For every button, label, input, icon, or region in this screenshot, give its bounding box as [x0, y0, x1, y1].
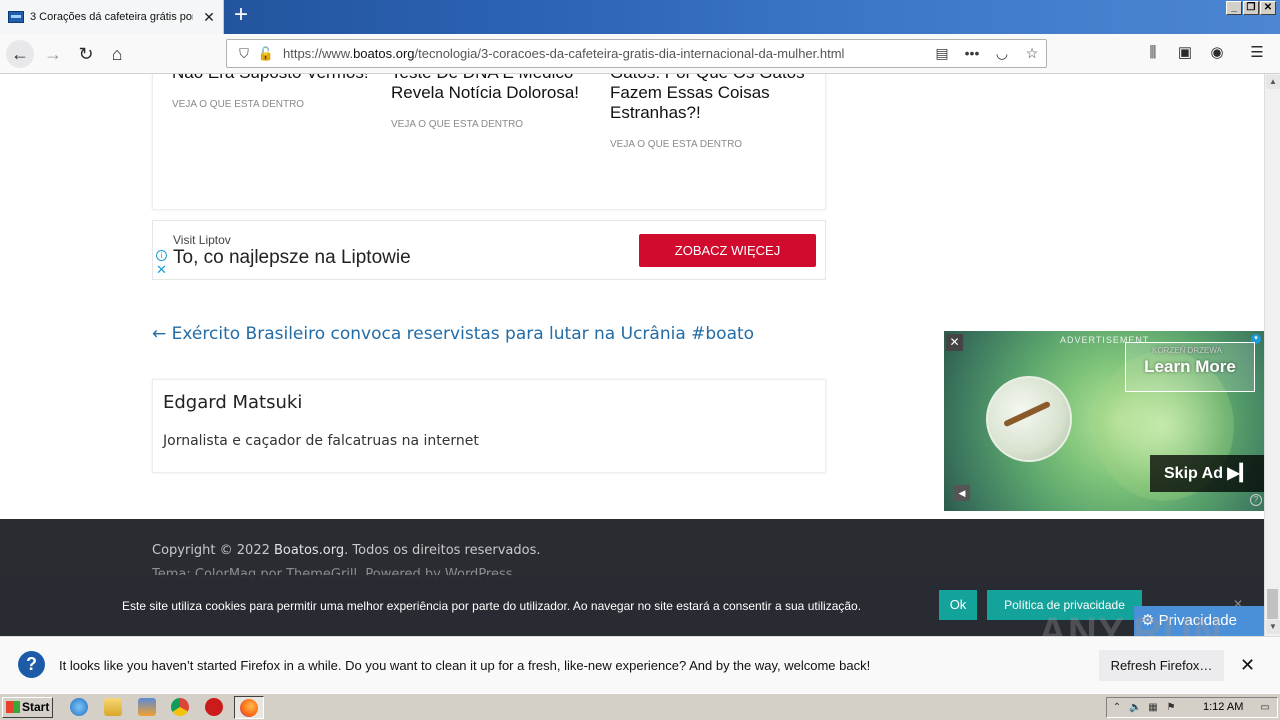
scroll-up-icon[interactable]: ▲: [1266, 75, 1280, 89]
clock[interactable]: 1:12 AM: [1203, 701, 1243, 713]
recommendation-subtitle: VEJA O QUE ESTA DENTRO: [391, 119, 524, 130]
video-ad-brand: KORZEŃ DRZEWA: [1152, 346, 1222, 355]
mute-icon[interactable]: ◀: [954, 485, 970, 501]
chrome-icon[interactable]: [171, 698, 189, 716]
site-favicon-icon: [8, 11, 24, 23]
recommendation-title[interactable]: Não Era Suposto Vermos!: [172, 74, 372, 83]
url-bar[interactable]: ⛉ 🔓 https://www.boatos.org/tecnologia/3-…: [226, 39, 1047, 68]
back-button[interactable]: ←: [6, 40, 34, 68]
reload-icon: ↻: [78, 43, 94, 64]
window-close-button[interactable]: ✕: [1260, 1, 1276, 15]
notification-close-icon[interactable]: ✕: [1240, 655, 1255, 676]
insecure-lock-icon[interactable]: 🔓: [255, 46, 277, 62]
home-button[interactable]: ⌂: [103, 40, 131, 68]
video-ad[interactable]: ✕ ADVERTISEMENT ▾ KORZEŃ DRZEWA Learn Mo…: [944, 331, 1264, 511]
tab-title: 3 Corações dá cafeteira grátis por: [30, 11, 193, 23]
account-icon[interactable]: ◉: [1206, 42, 1228, 64]
cookie-ok-button[interactable]: Ok: [939, 590, 977, 620]
minimize-button[interactable]: _: [1226, 1, 1242, 15]
volume-icon[interactable]: 🔈: [1129, 702, 1141, 714]
copyright-prefix: Copyright © 2022: [152, 543, 275, 558]
recommendation-item[interactable]: Teste De DNA E Médico Revela Notícia Dol…: [391, 74, 591, 130]
action-center-flag-icon[interactable]: ⚑: [1165, 702, 1177, 714]
reload-button[interactable]: ↻: [72, 40, 100, 68]
author-box: Edgard Matsuki Jornalista e caçador de f…: [152, 379, 826, 473]
ad-close-icon[interactable]: ✕: [156, 263, 167, 276]
firefox-icon: [240, 699, 258, 717]
notification-text: It looks like you haven’t started Firefo…: [59, 658, 871, 673]
pocket-icon[interactable]: ◡: [992, 43, 1012, 63]
browser-title-bar: 3 Corações dá cafeteira grátis por ✕ + _…: [0, 0, 1280, 34]
page-scrollbar[interactable]: ▲ ▼: [1264, 74, 1280, 636]
system-tray: ⌃ 🔈 ▦ ⚑ 1:12 AM ▭: [1106, 697, 1278, 718]
url-text[interactable]: https://www.boatos.org/tecnologia/3-cora…: [283, 46, 903, 61]
skip-ad-button[interactable]: Skip Ad ▶▎: [1150, 455, 1264, 492]
media-player-icon[interactable]: [138, 698, 156, 716]
ad-advertiser: Visit Liptov: [173, 233, 231, 247]
start-button[interactable]: Start: [2, 697, 53, 718]
tray-expand-icon[interactable]: ⌃: [1111, 702, 1123, 714]
recommendation-title[interactable]: Teste De DNA E Médico Revela Notícia Dol…: [391, 74, 591, 103]
forward-arrow-icon: →: [44, 43, 62, 64]
footer-copyright: Copyright © 2022 Boatos.org. Todos os di…: [152, 543, 541, 558]
ad-info-icon[interactable]: i: [156, 250, 167, 261]
learn-more-button[interactable]: KORZEŃ DRZEWA Learn More: [1125, 342, 1255, 392]
bookmark-star-icon[interactable]: ☆: [1022, 43, 1042, 63]
author-bio: Jornalista e caçador de falcatruas na in…: [163, 433, 479, 449]
library-icon[interactable]: ⫼: [1142, 42, 1164, 64]
previous-post-link[interactable]: ← Exército Brasileiro convoca reservista…: [152, 324, 754, 344]
ad-video-bubble: [986, 376, 1072, 462]
tab-close-icon[interactable]: ✕: [201, 9, 217, 26]
browser-tab[interactable]: 3 Corações dá cafeteira grátis por ✕: [0, 0, 224, 34]
author-name: Edgard Matsuki: [163, 392, 303, 413]
home-icon: ⌂: [111, 43, 123, 64]
menu-icon[interactable]: ☰: [1246, 42, 1268, 64]
copyright-suffix: . Todos os direitos reservados.: [344, 543, 541, 558]
recommendation-item[interactable]: Não Era Suposto Vermos! VEJA O QUE ESTA …: [172, 74, 372, 110]
recommendations-widget: Não Era Suposto Vermos! VEJA O QUE ESTA …: [152, 74, 826, 210]
question-icon: ?: [18, 651, 45, 678]
recommendation-subtitle: VEJA O QUE ESTA DENTRO: [610, 139, 743, 150]
reader-view-icon[interactable]: ▤: [932, 43, 952, 63]
navigation-toolbar: ← → ↻ ⌂ ⛉ 🔓 https://www.boatos.org/tecno…: [0, 34, 1280, 74]
firefox-taskbar-button[interactable]: [234, 696, 264, 719]
video-ad-close-icon[interactable]: ✕: [946, 334, 963, 351]
start-label: Start: [22, 700, 50, 714]
scrollbar-thumb[interactable]: [1267, 589, 1278, 619]
new-tab-button[interactable]: +: [230, 3, 252, 28]
firefox-notification-bar: ? It looks like you haven’t started Fire…: [0, 636, 1280, 693]
recommendation-title[interactable]: Gatos: Por Que Os Gatos Fazem Essas Cois…: [610, 74, 810, 123]
restore-button[interactable]: ❐: [1243, 1, 1259, 15]
back-arrow-icon: ←: [11, 43, 29, 64]
ad-banner[interactable]: Visit Liptov To, co najlepsze na Liptowi…: [152, 220, 826, 280]
sidebar-icon[interactable]: ▣: [1174, 42, 1196, 64]
recommendation-item[interactable]: Gatos: Por Que Os Gatos Fazem Essas Cois…: [610, 74, 810, 150]
windows-logo-icon: [6, 701, 20, 713]
opera-icon[interactable]: [205, 698, 223, 716]
internet-explorer-icon[interactable]: [70, 698, 88, 716]
page-content: Não Era Suposto Vermos! VEJA O QUE ESTA …: [0, 74, 1264, 636]
refresh-firefox-button[interactable]: Refresh Firefox…: [1099, 650, 1224, 681]
footer-site-link[interactable]: Boatos.org: [274, 543, 344, 558]
show-desktop-icon[interactable]: ▭: [1259, 702, 1271, 714]
cookie-message: Este site utiliza cookies para permitir …: [122, 599, 862, 613]
ad-headline[interactable]: To, co najlepsze na Liptowie: [173, 247, 411, 269]
tracking-shield-icon[interactable]: ⛉: [233, 46, 255, 62]
windows-taskbar: Start ⌃ 🔈 ▦ ⚑ 1:12 AM ▭: [0, 693, 1280, 720]
recommendation-subtitle: VEJA O QUE ESTA DENTRO: [172, 99, 305, 110]
page-actions-icon[interactable]: •••: [962, 43, 982, 63]
scroll-down-icon[interactable]: ▼: [1266, 620, 1280, 634]
network-icon[interactable]: ▦: [1147, 702, 1159, 714]
window-controls: _ ❐ ✕: [1226, 1, 1276, 15]
ad-cta-button[interactable]: ZOBACZ WIĘCEJ: [639, 234, 816, 267]
file-explorer-icon[interactable]: [104, 698, 122, 716]
help-icon[interactable]: ?: [1250, 494, 1262, 506]
forward-button[interactable]: →: [39, 40, 67, 68]
